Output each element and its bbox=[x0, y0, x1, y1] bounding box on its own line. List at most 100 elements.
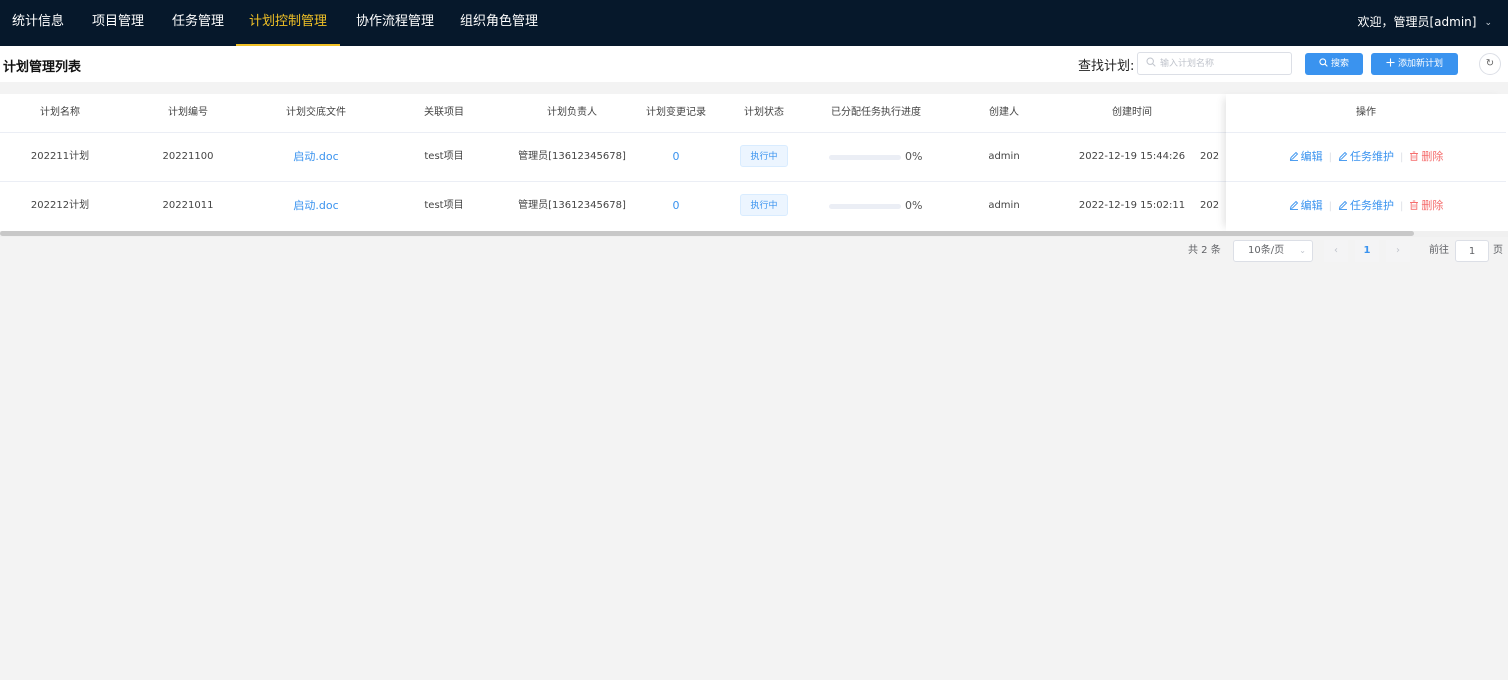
header-plan-file: 计划交底文件 bbox=[286, 107, 346, 118]
cell-creator: admin bbox=[988, 151, 1020, 162]
prev-page-button[interactable]: ‹ bbox=[1324, 240, 1348, 262]
nav-item-projects[interactable]: 项目管理 bbox=[92, 0, 144, 46]
header-plan-name: 计划名称 bbox=[40, 107, 80, 118]
refresh-icon: ↻ bbox=[1485, 58, 1495, 69]
add-plan-button-label: 添加新计划 bbox=[1397, 59, 1443, 69]
add-plan-button[interactable]: 添加新计划 bbox=[1371, 53, 1458, 75]
chevron-down-icon: ⌄ bbox=[1484, 18, 1492, 28]
edit-icon bbox=[1289, 151, 1298, 161]
nav-item-org-roles[interactable]: 组织角色管理 bbox=[460, 0, 538, 46]
file-link[interactable]: 启动.doc bbox=[293, 150, 338, 163]
header-progress: 已分配任务执行进度 bbox=[831, 107, 921, 118]
trash-icon bbox=[1410, 200, 1419, 210]
edit-icon bbox=[1289, 200, 1298, 210]
search-input[interactable] bbox=[1160, 54, 1286, 73]
edit-button[interactable]: 编辑 bbox=[1289, 199, 1323, 212]
chevron-left-icon: ‹ bbox=[1334, 245, 1338, 256]
edit-label: 编辑 bbox=[1300, 150, 1323, 163]
delete-button[interactable]: 删除 bbox=[1409, 150, 1443, 163]
changes-link[interactable]: 0 bbox=[673, 150, 680, 163]
edit-label: 编辑 bbox=[1300, 199, 1323, 212]
cell-owner: 管理员[13612345678] bbox=[518, 151, 626, 162]
progress-cell: 0% bbox=[829, 182, 939, 230]
cell-project: test项目 bbox=[424, 151, 464, 162]
nav-item-statistics[interactable]: 统计信息 bbox=[12, 0, 64, 46]
task-maintain-button[interactable]: 任务维护 bbox=[1338, 150, 1394, 163]
divider: | bbox=[1400, 152, 1404, 163]
cell-creator: admin bbox=[988, 200, 1020, 211]
cell-owner: 管理员[13612345678] bbox=[518, 200, 626, 211]
row-actions: 编辑 | 任务维护 | 删除 bbox=[1226, 132, 1506, 180]
goto-suffix: 页 bbox=[1493, 245, 1503, 256]
header-actions: 操作 bbox=[1356, 107, 1376, 118]
cell-plan-code: 20221011 bbox=[162, 200, 214, 211]
chevron-right-icon: › bbox=[1396, 245, 1400, 256]
search-button[interactable]: 搜索 bbox=[1305, 53, 1363, 75]
cell-plan-file: 启动.doc bbox=[256, 133, 376, 181]
divider: | bbox=[1328, 152, 1332, 163]
search-icon bbox=[1146, 57, 1156, 67]
divider: | bbox=[1328, 201, 1332, 212]
header-status: 计划状态 bbox=[744, 107, 784, 118]
search-label: 查找计划: bbox=[1078, 59, 1135, 74]
search-button-label: 搜索 bbox=[1330, 59, 1349, 69]
progress-text: 0% bbox=[905, 199, 923, 212]
task-maintain-label: 任务维护 bbox=[1350, 199, 1394, 212]
delete-label: 删除 bbox=[1421, 199, 1444, 212]
cell-plan-file: 启动.doc bbox=[256, 182, 376, 230]
cell-status: 执行中 bbox=[724, 133, 804, 181]
search-icon bbox=[1319, 58, 1328, 67]
cell-status: 执行中 bbox=[724, 182, 804, 230]
delete-button[interactable]: 删除 bbox=[1409, 199, 1443, 212]
row-actions: 编辑 | 任务维护 | 删除 bbox=[1226, 181, 1506, 229]
plus-icon bbox=[1386, 58, 1395, 67]
goto-page-input[interactable] bbox=[1455, 240, 1489, 262]
horizontal-scrollbar[interactable] bbox=[0, 231, 1508, 237]
page-size-value: 10条/页 bbox=[1248, 245, 1285, 256]
divider: | bbox=[1400, 201, 1404, 212]
header-created-at: 创建时间 bbox=[1112, 107, 1152, 118]
task-maintain-label: 任务维护 bbox=[1350, 150, 1394, 163]
cell-changes: 0 bbox=[636, 182, 716, 230]
nav-item-plan-control[interactable]: 计划控制管理 bbox=[236, 0, 340, 46]
cell-overflow: 202 bbox=[1200, 151, 1220, 162]
user-menu[interactable]: 欢迎，管理员[admin] ⌄ bbox=[1357, 0, 1492, 46]
cell-created-at: 2022-12-19 15:44:26 bbox=[1078, 151, 1186, 162]
search-box bbox=[1137, 52, 1292, 75]
cell-project: test项目 bbox=[424, 200, 464, 211]
actions-column: 操作 编辑 | 任务维护 | 删除 编辑 | 任务维护 | 删除 bbox=[1226, 94, 1508, 231]
scrollbar-thumb[interactable] bbox=[0, 231, 1414, 236]
header-creator: 创建人 bbox=[989, 107, 1019, 118]
changes-link[interactable]: 0 bbox=[673, 199, 680, 212]
edit-icon bbox=[1338, 200, 1348, 210]
header-project: 关联项目 bbox=[424, 107, 464, 118]
nav-item-tasks[interactable]: 任务管理 bbox=[172, 0, 224, 46]
nav-item-workflow[interactable]: 协作流程管理 bbox=[356, 0, 434, 46]
progress-text: 0% bbox=[905, 150, 923, 163]
goto-label: 前往 bbox=[1429, 245, 1449, 256]
edit-button[interactable]: 编辑 bbox=[1289, 150, 1323, 163]
status-badge: 执行中 bbox=[740, 194, 788, 216]
header-owner: 计划负责人 bbox=[547, 107, 597, 118]
task-maintain-button[interactable]: 任务维护 bbox=[1338, 199, 1394, 212]
status-badge: 执行中 bbox=[740, 145, 788, 167]
cell-plan-name: 202211计划 bbox=[30, 151, 90, 162]
chevron-down-icon: ⌄ bbox=[1299, 246, 1306, 255]
cell-changes: 0 bbox=[636, 133, 716, 181]
header-plan-code: 计划编号 bbox=[168, 107, 208, 118]
header-changes: 计划变更记录 bbox=[646, 107, 706, 118]
cell-created-at: 2022-12-19 15:02:11 bbox=[1078, 200, 1186, 211]
pagination-total: 共 2 条 bbox=[1188, 245, 1221, 256]
refresh-button[interactable]: ↻ bbox=[1479, 53, 1501, 75]
next-page-button[interactable]: › bbox=[1386, 240, 1410, 262]
cell-overflow: 202 bbox=[1200, 200, 1220, 211]
progress-cell: 0% bbox=[829, 133, 939, 181]
cell-plan-code: 20221100 bbox=[162, 151, 214, 162]
file-link[interactable]: 启动.doc bbox=[293, 199, 338, 212]
page-title: 计划管理列表 bbox=[3, 60, 82, 75]
top-nav: 统计信息 项目管理 任务管理 计划控制管理 协作流程管理 组织角色管理 欢迎，管… bbox=[0, 0, 1508, 46]
progress-bar bbox=[829, 204, 901, 209]
user-welcome: 欢迎，管理员[admin] bbox=[1357, 15, 1477, 29]
page-size-select[interactable]: 10条/页 ⌄ bbox=[1233, 240, 1313, 262]
page-number[interactable]: 1 bbox=[1355, 240, 1379, 262]
